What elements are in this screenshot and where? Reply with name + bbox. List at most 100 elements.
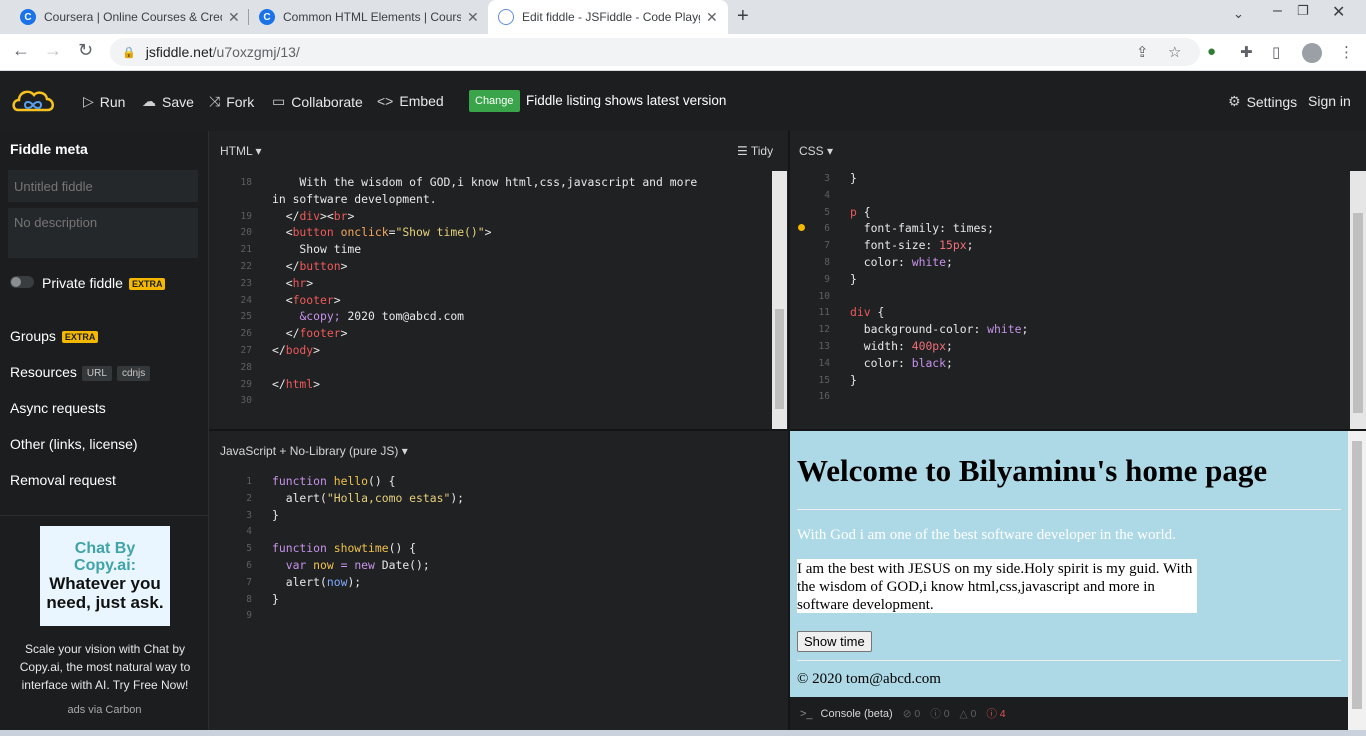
line-number: 15 bbox=[818, 374, 830, 386]
extensions-puzzle-icon[interactable]: ✚ bbox=[1240, 43, 1253, 61]
fork-icon: ⤨ bbox=[209, 93, 221, 109]
html-code-editor[interactable]: With the wisdom of GOD,i know html,css,j… bbox=[272, 174, 697, 392]
cdnjs-pill[interactable]: cdnjs bbox=[116, 365, 151, 381]
tab-title: Common HTML Elements | Cours bbox=[283, 10, 461, 24]
panel-divider-vertical[interactable] bbox=[788, 131, 790, 736]
tidy-label: Tidy bbox=[750, 144, 774, 158]
os-taskbar bbox=[0, 730, 1366, 736]
line-number: 5 bbox=[246, 543, 252, 555]
result-footer: © 2020 tom@abcd.com bbox=[797, 671, 941, 687]
html-scrollbar-thumb[interactable] bbox=[775, 309, 784, 409]
browser-tab-coursera[interactable]: C Coursera | Online Courses & Cred ✕ bbox=[10, 0, 250, 34]
result-heading: Welcome to Bilyaminu's home page bbox=[797, 453, 1268, 488]
side-panel-icon[interactable]: ▯ bbox=[1272, 43, 1280, 61]
line-number: 3 bbox=[824, 173, 830, 184]
url-host: jsfiddle.net bbox=[145, 44, 213, 60]
result-scrollbar[interactable] bbox=[1348, 431, 1366, 730]
browser-tab-jsfiddle[interactable]: Edit fiddle - JSFiddle - Code Playg ✕ bbox=[488, 0, 728, 34]
forward-icon[interactable]: → bbox=[44, 40, 62, 61]
result-scrollbar-thumb[interactable] bbox=[1352, 441, 1362, 709]
url-pill[interactable]: URL bbox=[81, 365, 112, 381]
restore-icon[interactable]: ❐ bbox=[1297, 3, 1309, 19]
line-number: 26 bbox=[240, 328, 252, 340]
fork-label: Fork bbox=[226, 93, 255, 110]
html-panel-title[interactable]: HTML ▾ bbox=[220, 144, 262, 158]
embed-button[interactable]: <> Embed bbox=[377, 93, 444, 109]
sign-in-link[interactable]: Sign in bbox=[1308, 93, 1351, 109]
line-number: 3 bbox=[246, 509, 252, 521]
window-close-icon[interactable]: ✕ bbox=[1332, 2, 1345, 22]
close-icon[interactable]: ✕ bbox=[467, 9, 479, 26]
console-bar[interactable]: >_ Console (beta) ⊘ 0 ⓘ 0 △ 0 ⓘ 4 bbox=[790, 697, 1348, 730]
html-scrollbar[interactable] bbox=[772, 171, 787, 429]
private-fiddle-toggle[interactable] bbox=[10, 276, 34, 288]
fiddle-description-input[interactable] bbox=[8, 208, 198, 258]
bookmark-star-icon[interactable]: ☆ bbox=[1168, 43, 1181, 61]
console-count-info: ⊘ 0 bbox=[902, 707, 921, 720]
sidebar-item-removal[interactable]: Removal request bbox=[10, 472, 116, 488]
css-panel-title[interactable]: CSS ▾ bbox=[799, 144, 833, 158]
css-scrollbar-thumb[interactable] bbox=[1353, 213, 1363, 413]
js-panel-title[interactable]: JavaScript + No-Library (pure JS) ▾ bbox=[220, 444, 408, 458]
fiddle-title-input[interactable] bbox=[8, 170, 198, 202]
tab-search-icon[interactable]: ⌄ bbox=[1233, 6, 1244, 22]
line-number: 10 bbox=[818, 290, 830, 302]
ad-via-carbon[interactable]: ads via Carbon bbox=[0, 704, 209, 716]
css-scrollbar[interactable] bbox=[1350, 171, 1366, 429]
profile-avatar[interactable] bbox=[1302, 43, 1322, 63]
count-value: 0 bbox=[943, 708, 950, 720]
run-button[interactable]: ▷ Run bbox=[83, 93, 125, 110]
console-count-warn: △ 0 bbox=[959, 707, 977, 720]
menu-kebab-icon[interactable]: ⋮ bbox=[1339, 43, 1354, 61]
lock-icon: 🔒 bbox=[122, 46, 136, 59]
console-count-error: ⓘ 4 bbox=[986, 708, 1006, 720]
minimize-icon[interactable]: – bbox=[1273, 2, 1282, 20]
share-icon[interactable]: ⇪ bbox=[1136, 43, 1149, 61]
tab-title: Edit fiddle - JSFiddle - Code Playg bbox=[522, 10, 700, 24]
back-icon[interactable]: ← bbox=[12, 40, 30, 61]
show-time-button[interactable]: Show time bbox=[797, 631, 872, 652]
change-button[interactable]: Change bbox=[469, 90, 520, 112]
collaborate-button[interactable]: ▭ Collaborate bbox=[272, 93, 363, 110]
settings-button[interactable]: ⚙ Settings bbox=[1228, 93, 1297, 110]
result-div-box: I am the best with JESUS on my side.Holy… bbox=[797, 559, 1197, 613]
css-code-editor[interactable]: } p { font-family: times; font-size: 15p… bbox=[850, 170, 1028, 388]
console-count-log: ⓘ 0 bbox=[930, 708, 950, 720]
close-icon[interactable]: ✕ bbox=[228, 9, 240, 26]
save-button[interactable]: ☁ Save bbox=[142, 93, 194, 110]
jsfiddle-logo-icon[interactable] bbox=[10, 86, 56, 118]
coursera-favicon-icon: C bbox=[259, 9, 275, 25]
ad-text[interactable]: Scale your vision with Chat by Copy.ai, … bbox=[14, 640, 196, 694]
private-fiddle-label: Private fiddle EXTRA bbox=[42, 275, 166, 291]
sidebar-item-async[interactable]: Async requests bbox=[10, 400, 106, 416]
panel-divider-horizontal[interactable] bbox=[209, 429, 1366, 431]
ad-line3: Whatever you need, just ask. bbox=[46, 573, 164, 612]
sidebar-item-resources[interactable]: Resources URL cdnjs bbox=[10, 364, 151, 381]
line-number: 4 bbox=[246, 526, 252, 538]
line-number: 5 bbox=[824, 206, 830, 218]
new-tab-icon[interactable]: + bbox=[737, 5, 749, 28]
tidy-button[interactable]: ☰ Tidy bbox=[737, 144, 773, 158]
fiddle-meta-title: Fiddle meta bbox=[10, 141, 88, 157]
js-code-editor[interactable]: function hello() { alert("Holla,como est… bbox=[272, 473, 464, 607]
extension-globe-icon[interactable]: ● bbox=[1207, 43, 1216, 60]
terminal-icon: >_ bbox=[800, 707, 813, 720]
browser-tab-html-elements[interactable]: C Common HTML Elements | Cours ✕ bbox=[249, 0, 489, 34]
ad-image[interactable]: Chat By Copy.ai: Whatever you need, just… bbox=[40, 526, 170, 626]
line-number: 19 bbox=[240, 210, 252, 222]
line-number: 21 bbox=[240, 244, 252, 256]
sidebar-item-groups[interactable]: Groups EXTRA bbox=[10, 328, 99, 344]
warning-marker-icon[interactable] bbox=[798, 224, 805, 231]
line-number: 29 bbox=[240, 378, 252, 390]
url-input[interactable]: 🔒 jsfiddle.net/u7oxzgmj/13/ bbox=[110, 38, 1200, 66]
sliders-icon: ⚙ bbox=[1228, 93, 1241, 109]
reload-icon[interactable]: ↻ bbox=[78, 40, 93, 61]
fork-button[interactable]: ⤨ Fork bbox=[209, 93, 254, 110]
embed-label: Embed bbox=[399, 93, 444, 109]
line-number: 24 bbox=[240, 294, 252, 306]
close-icon[interactable]: ✕ bbox=[706, 9, 718, 26]
line-number: 11 bbox=[818, 307, 830, 319]
line-number: 9 bbox=[824, 273, 830, 285]
sidebar-item-other[interactable]: Other (links, license) bbox=[10, 436, 138, 452]
save-label: Save bbox=[162, 93, 194, 110]
